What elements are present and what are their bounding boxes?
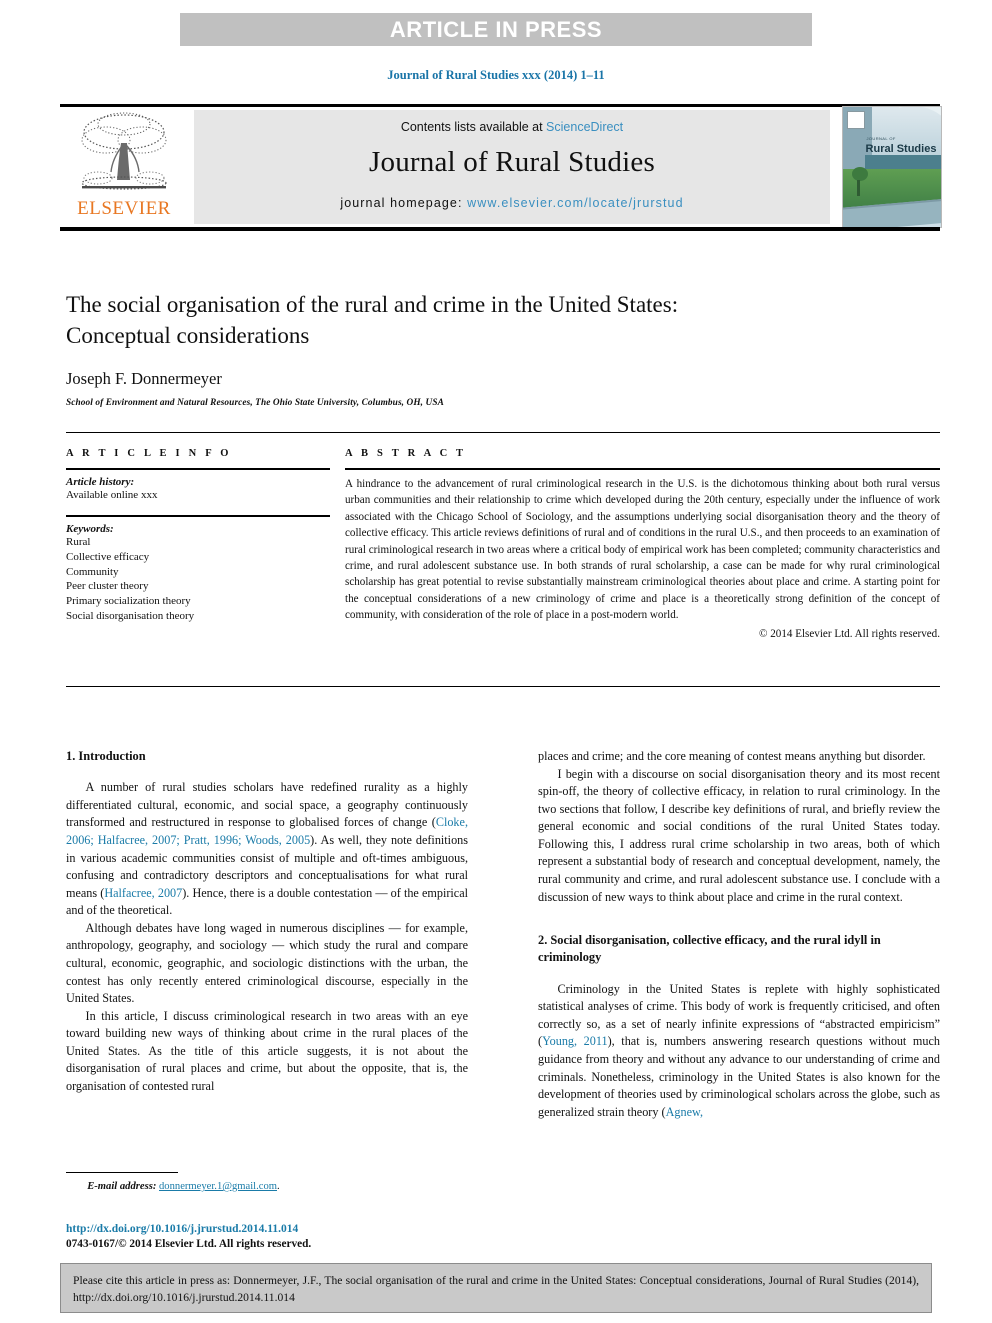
article-info-heading: A R T I C L E I N F O (66, 448, 232, 459)
please-cite-box: Please cite this article in press as: Do… (60, 1263, 932, 1313)
p1-part-a: A number of rural studies scholars have … (66, 780, 468, 830)
paragraph-5: Criminology in the United States is repl… (538, 981, 940, 1122)
body-column-right: places and crime; and the core meaning o… (538, 748, 940, 1121)
keyword-item: Community (66, 565, 119, 578)
abstract-copyright: © 2014 Elsevier Ltd. All rights reserved… (759, 627, 940, 640)
sciencedirect-link[interactable]: ScienceDirect (546, 120, 623, 134)
citation-link[interactable]: Halfacree, 2007 (104, 886, 182, 900)
title-line-1: The social organisation of the rural and… (66, 292, 679, 317)
title-line-2: Conceptual considerations (66, 322, 310, 348)
elsevier-wordmark: ELSEVIER (77, 198, 171, 219)
journal-title: Journal of Rural Studies (369, 146, 655, 178)
doi-link[interactable]: http://dx.doi.org/10.1016/j.jrurstud.201… (66, 1222, 496, 1237)
cover-title: Rural Studies (865, 143, 937, 155)
footnote-text: E-mail address: donnermeyer.1@gmail.com. (66, 1181, 468, 1192)
document-footer: http://dx.doi.org/10.1016/j.jrurstud.201… (66, 1222, 496, 1252)
masthead-top-rule (60, 104, 940, 107)
elsevier-tree-icon (81, 112, 167, 190)
title-block: The social organisation of the rural and… (66, 290, 936, 408)
elsevier-logo: ELSEVIER (60, 110, 188, 222)
contents-prefix: Contents lists available at (400, 120, 547, 134)
issn-copyright-line: 0743-0167/© 2014 Elsevier Ltd. All right… (66, 1237, 312, 1250)
section-heading-introduction: 1. Introduction (66, 749, 146, 763)
article-info-block: A R T I C L E I N F O Article history: A… (66, 448, 330, 624)
author-affiliation: School of Environment and Natural Resour… (66, 398, 444, 409)
article-in-press-label: ARTICLE IN PRESS (389, 16, 603, 42)
keywords-rule (66, 514, 330, 517)
paragraph-4: I begin with a discourse on social disor… (538, 766, 940, 904)
abstract-block: A B S T R A C T A hindrance to the advan… (345, 448, 940, 640)
section-heading-social-disorganisation: 2. Social disorganisation, collective ef… (538, 933, 881, 965)
journal-homepage-line: journal homepage: www.elsevier.com/locat… (194, 196, 830, 210)
keyword-item: Primary socialization theory (66, 595, 191, 608)
contents-available-line: Contents lists available at ScienceDirec… (194, 110, 830, 134)
citation-link[interactable]: Agnew, (666, 1105, 703, 1119)
homepage-url-link[interactable]: www.elsevier.com/locate/jrurstud (467, 196, 684, 210)
page-title: The social organisation of the rural and… (66, 290, 936, 351)
keywords-label: Keywords: (66, 522, 114, 535)
footnote-rule (66, 1172, 178, 1173)
article-history-value: Available online xxx (66, 489, 158, 501)
body-column-left: 1. Introduction A number of rural studie… (66, 748, 468, 1095)
author-name: Joseph F. Donnermeyer (66, 369, 222, 389)
masthead-bottom-rule (60, 227, 940, 231)
paragraph-2: Although debates have long waged in nume… (66, 920, 468, 1006)
please-cite-text: Please cite this article in press as: Do… (73, 1274, 919, 1304)
abstract-text: A hindrance to the advancement of rural … (345, 478, 940, 622)
keywords-block: Keywords: Rural Collective efficacy Comm… (66, 523, 330, 624)
contents-box: Contents lists available at ScienceDirec… (194, 110, 830, 224)
keyword-item: Social disorganisation theory (66, 610, 195, 623)
article-info-rule (66, 468, 330, 470)
paragraph-3-continued: places and crime; and the core meaning o… (538, 749, 926, 763)
keyword-item: Rural (66, 535, 91, 548)
journal-masthead: ELSEVIER Contents lists available at Sci… (60, 104, 942, 231)
keyword-item: Peer cluster theory (66, 580, 149, 593)
article-history-label: Article history: (66, 476, 135, 488)
info-section-top-rule (66, 432, 940, 433)
cover-kicker: JOURNAL OF (866, 135, 896, 141)
journal-cover-thumbnail: JOURNAL OF Rural Studies (842, 106, 942, 228)
cover-tree-trunk (856, 179, 860, 196)
journal-reference-line: Journal of Rural Studies xxx (2014) 1–11 (387, 68, 605, 82)
paragraph-1: A number of rural studies scholars have … (66, 779, 468, 920)
email-footnote: E-mail address: donnermeyer.1@gmail.com. (66, 1172, 468, 1192)
email-address-label: E-mail address: (87, 1181, 157, 1192)
cover-elsevier-badge-icon (847, 111, 865, 129)
keyword-item: Collective efficacy (66, 550, 150, 563)
author-email-link[interactable]: donnermeyer.1@gmail.com (159, 1181, 277, 1192)
paragraph-3: In this article, I discuss criminologica… (66, 1008, 468, 1093)
abstract-heading: A B S T R A C T (345, 448, 467, 459)
citation-link[interactable]: Young, 2011 (542, 1034, 608, 1048)
footnote-trailing: . (277, 1181, 280, 1192)
abstract-rule (345, 468, 940, 470)
info-section-bottom-rule (66, 686, 940, 687)
article-in-press-banner: ARTICLE IN PRESS (180, 13, 812, 46)
homepage-label: journal homepage: (340, 196, 468, 210)
